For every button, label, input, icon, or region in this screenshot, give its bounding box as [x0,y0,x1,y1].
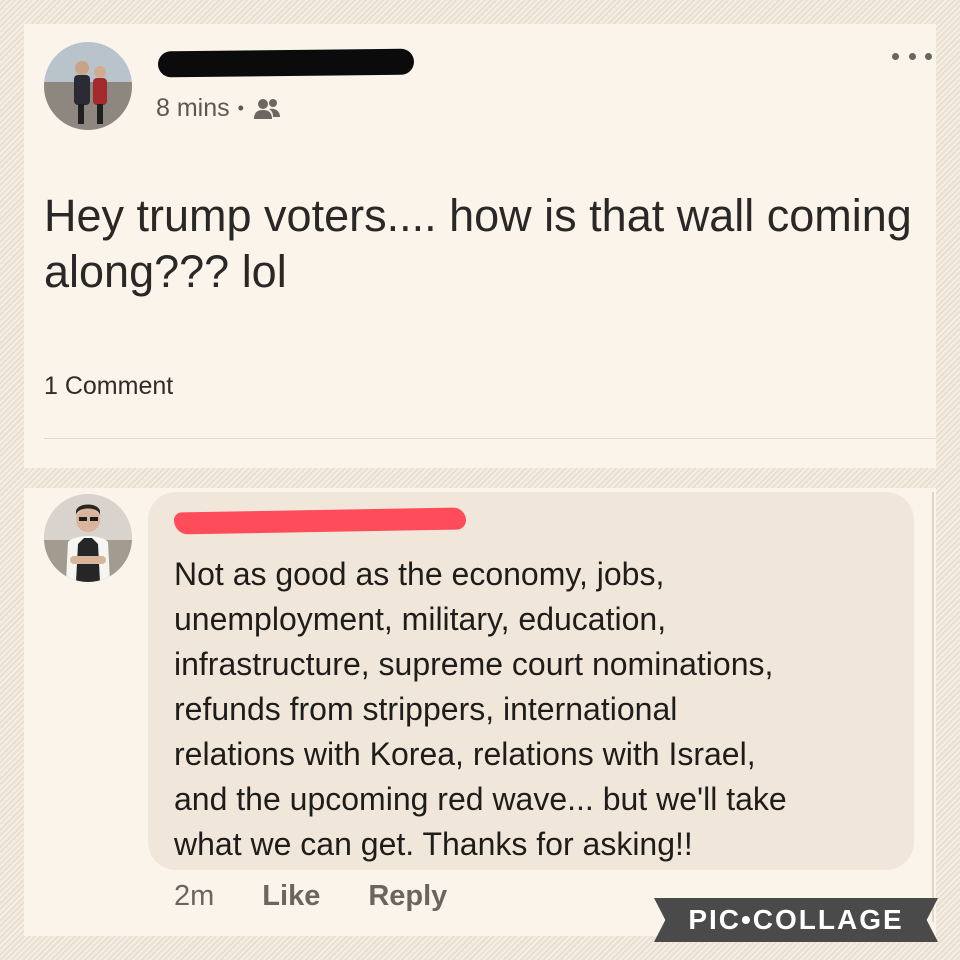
meta-separator: • [237,98,244,118]
comments-count-link[interactable]: 1 Comment [44,372,173,401]
post-meta: 8 mins • [156,94,282,123]
redacted-author-name [157,48,415,78]
pic-collage-watermark: PIC•COLLAGE [654,898,938,942]
comment-section: Not as good as the economy, jobs, unempl… [24,488,936,936]
friends-icon[interactable] [252,97,282,121]
post-author-avatar[interactable] [44,42,132,130]
divider [44,438,936,439]
comment-timestamp[interactable]: 2m [174,880,214,913]
comment-text: Not as good as the economy, jobs, unempl… [174,556,787,862]
reply-button[interactable]: Reply [368,880,447,913]
comment-author-avatar[interactable] [44,494,132,582]
more-horizontal-icon[interactable] [892,46,932,66]
comment-actions: 2m Like Reply [174,880,447,913]
post-text: Hey trump voters.... how is that wall co… [44,190,912,297]
scrollbar-track [932,492,934,922]
post-timestamp[interactable]: 8 mins [156,94,230,123]
post-card: 8 mins • Hey trump voters.... how is tha… [24,24,936,468]
like-button[interactable]: Like [262,880,320,913]
